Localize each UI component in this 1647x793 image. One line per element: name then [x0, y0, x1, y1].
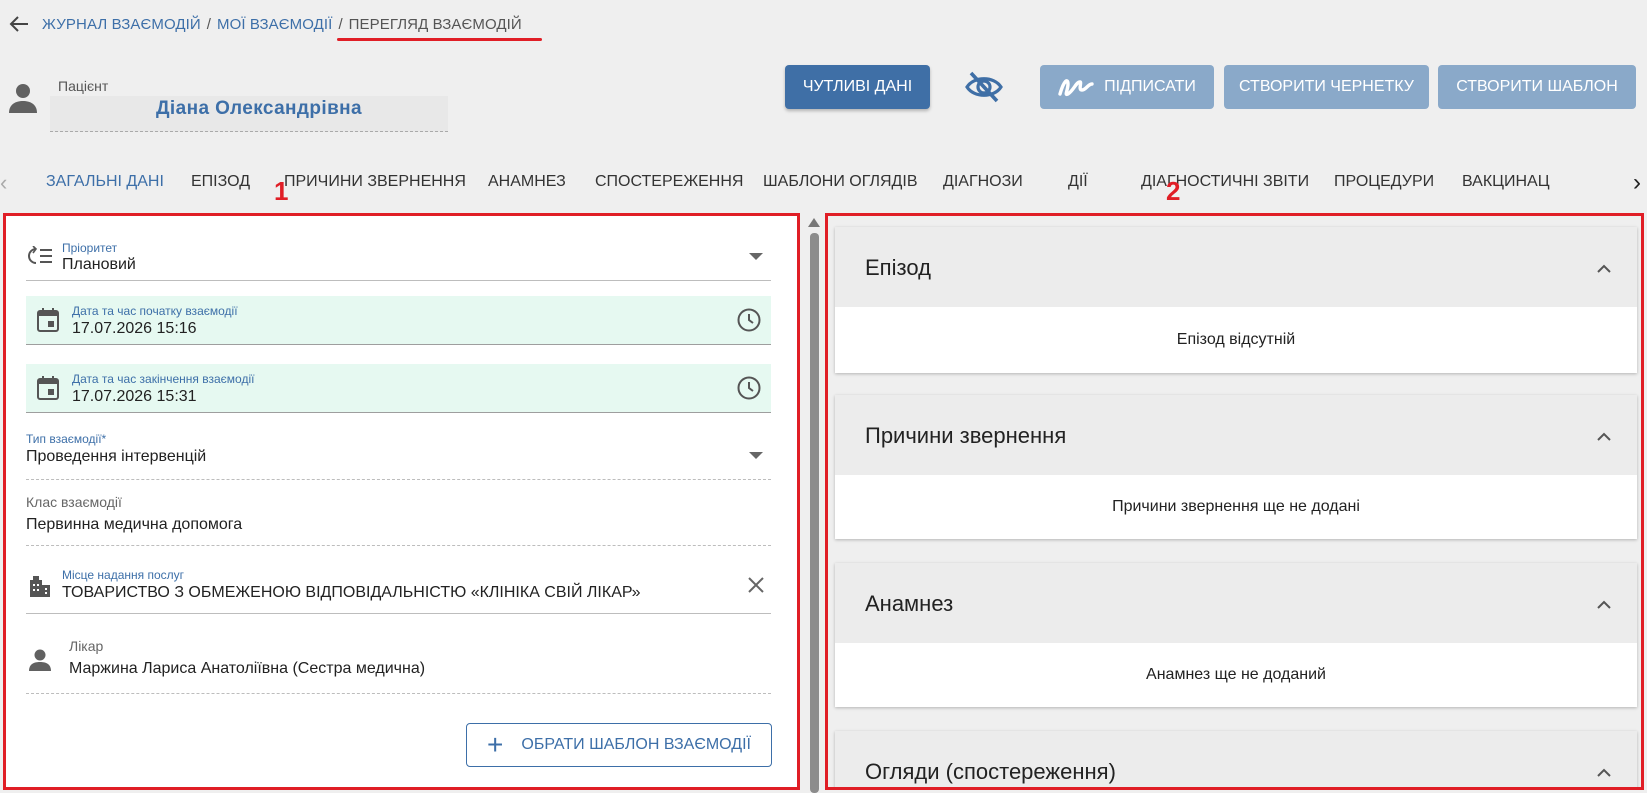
create-draft-button[interactable]: СТВОРИТИ ЧЕРНЕТКУ: [1224, 65, 1429, 109]
end-datetime-label: Дата та час закінчення взаємодії: [72, 372, 255, 386]
tab-observations[interactable]: СПОСТЕРЕЖЕННЯ: [595, 173, 743, 191]
person-icon: [8, 82, 38, 114]
marker-1: 1: [274, 176, 289, 206]
general-data-panel: Пріоритет Плановий Дата та час початку в…: [3, 213, 800, 790]
tabs-scroll-left-icon[interactable]: ‹: [0, 171, 16, 195]
scrollbar-thumb[interactable]: [810, 233, 819, 793]
close-icon[interactable]: [747, 576, 765, 599]
observations-card: Огляди (спостереження): [835, 731, 1637, 787]
chevron-up-icon[interactable]: [1597, 261, 1611, 275]
interaction-class-value: Первинна медична допомога: [26, 516, 243, 533]
tab-anamnesis[interactable]: АНАМНЕЗ: [488, 173, 566, 191]
plus-icon: +: [487, 729, 504, 760]
episode-card-body: Епізод відсутній: [1176, 331, 1296, 348]
tab-procedures[interactable]: ПРОЦЕДУРИ: [1334, 173, 1434, 191]
sensitive-data-button[interactable]: ЧУТЛИВІ ДАНІ: [785, 65, 930, 109]
start-datetime-label: Дата та час початку взаємодії: [72, 304, 238, 318]
start-datetime-field[interactable]: Дата та час початку взаємодії 17.07.2026…: [26, 296, 771, 345]
reasons-card-title: Причини звернення: [865, 423, 1067, 448]
end-datetime-field[interactable]: Дата та час закінчення взаємодії 17.07.2…: [26, 364, 771, 413]
marker-2: 2: [1166, 176, 1181, 206]
reasons-card-header[interactable]: Причини звернення: [835, 395, 1637, 475]
tabs-scroll-right-icon[interactable]: ›: [1633, 171, 1647, 195]
chevron-up-icon[interactable]: [1597, 429, 1611, 443]
interaction-type-select[interactable]: Тип взаємодії* Проведення інтервенцій: [26, 428, 771, 480]
tab-actions[interactable]: ДІЇ: [1068, 173, 1088, 191]
tab-diagnoses[interactable]: ДІАГНОЗИ: [943, 173, 1023, 191]
doctor-label: Лікар: [69, 638, 104, 654]
observations-card-title: Огляди (спостереження): [865, 759, 1116, 784]
person-icon: [29, 648, 51, 677]
breadcrumb-my-interactions[interactable]: МОЇ ВЗАЄМОДІЇ: [217, 16, 332, 33]
service-place-value: ТОВАРИСТВО З ОБМЕЖЕНОЮ ВІДПОВІДАЛЬНІСТЮ …: [62, 584, 641, 601]
anamnesis-card-header[interactable]: Анамнез: [835, 563, 1637, 643]
clock-icon[interactable]: [737, 376, 761, 405]
breadcrumb: ЖУРНАЛ ВЗАЄМОДІЙ / МОЇ ВЗАЄМОДІЇ / ПЕРЕГ…: [0, 0, 1647, 48]
signature-icon: [1058, 76, 1094, 98]
interaction-class-field: Клас взаємодії Первинна медична допомога: [26, 482, 771, 546]
interaction-type-label: Тип взаємодії*: [26, 432, 107, 446]
anamnesis-card-title: Анамнез: [865, 591, 954, 616]
reasons-card: Причини звернення Причини звернення ще н…: [835, 395, 1637, 539]
tab-vaccinations[interactable]: ВАКЦИНАЦ: [1462, 173, 1550, 191]
summary-panel: Епізод Епізод відсутній Причини зверненн…: [825, 213, 1644, 790]
priority-value: Плановий: [62, 256, 136, 273]
start-datetime-value: 17.07.2026 15:16: [72, 320, 197, 337]
tab-episode[interactable]: ЕПІЗОД: [191, 173, 250, 191]
breadcrumb-separator: /: [206, 15, 211, 33]
doctor-field: Лікар Маржина Лариса Анатоліївна (Сестра…: [26, 626, 771, 694]
doctor-value: Маржина Лариса Анатоліївна (Сестра медич…: [69, 660, 426, 677]
tab-bar: ‹ ЗАГАЛЬНІ ДАНІ ЕПІЗОД ПРИЧИНИ ЗВЕРНЕННЯ…: [0, 165, 1647, 203]
choose-template-button[interactable]: + ОБРАТИ ШАБЛОН ВЗАЄМОДІЇ: [466, 723, 772, 767]
priority-list-icon: [28, 245, 54, 271]
breadcrumb-view-interactions: ПЕРЕГЛЯД ВЗАЄМОДІЙ: [336, 15, 543, 41]
priority-label: Пріоритет: [62, 241, 118, 255]
anamnesis-card-body: Анамнез ще не доданий: [1146, 666, 1326, 683]
scroll-up-arrow-icon[interactable]: [808, 218, 820, 227]
priority-select[interactable]: Пріоритет Плановий: [26, 228, 771, 281]
calendar-icon: [37, 308, 59, 337]
dropdown-arrow-icon[interactable]: [749, 253, 763, 260]
create-template-button[interactable]: СТВОРИТИ ШАБЛОН: [1438, 65, 1636, 109]
interaction-type-value: Проведення інтервенцій: [26, 448, 207, 465]
tab-general-data[interactable]: ЗАГАЛЬНІ ДАНІ: [46, 173, 164, 191]
choose-template-label: ОБРАТИ ШАБЛОН ВЗАЄМОДІЇ: [521, 736, 751, 753]
observations-card-header[interactable]: Огляди (спостереження): [835, 731, 1637, 787]
end-datetime-value: 17.07.2026 15:31: [72, 388, 197, 405]
chevron-up-icon[interactable]: [1597, 597, 1611, 611]
anamnesis-card: Анамнез Анамнез ще не доданий: [835, 563, 1637, 707]
sign-button[interactable]: ПІДПИСАТИ: [1040, 65, 1214, 109]
service-place-label: Місце надання послуг: [62, 568, 185, 582]
tab-reasons[interactable]: ПРИЧИНИ ЗВЕРНЕННЯ: [284, 173, 466, 191]
interaction-class-label: Клас взаємодії: [26, 494, 122, 510]
dropdown-arrow-icon[interactable]: [749, 452, 763, 459]
service-place-field[interactable]: Місце надання послуг ТОВАРИСТВО З ОБМЕЖЕ…: [26, 554, 771, 614]
reasons-card-body: Причини звернення ще не додані: [1112, 498, 1360, 515]
chevron-up-icon[interactable]: [1597, 765, 1611, 779]
episode-card-header[interactable]: Епізод: [835, 227, 1637, 307]
patient-name: Діана Олександрівна: [156, 98, 362, 119]
clock-icon[interactable]: [737, 308, 761, 337]
vertical-scrollbar[interactable]: [808, 213, 820, 793]
tab-exam-templates[interactable]: ШАБЛОНИ ОГЛЯДІВ: [763, 173, 918, 191]
breadcrumb-separator: /: [338, 15, 343, 33]
sign-button-label: ПІДПИСАТИ: [1104, 78, 1196, 95]
breadcrumb-journal[interactable]: ЖУРНАЛ ВЗАЄМОДІЙ: [42, 16, 201, 33]
episode-card-title: Епізод: [865, 255, 931, 280]
episode-card: Епізод Епізод відсутній: [835, 227, 1637, 373]
eye-off-icon[interactable]: [964, 70, 1004, 104]
back-arrow-icon[interactable]: [8, 13, 30, 35]
building-icon: [28, 574, 52, 603]
patient-label: Пацієнт: [58, 78, 109, 94]
calendar-icon: [37, 376, 59, 405]
